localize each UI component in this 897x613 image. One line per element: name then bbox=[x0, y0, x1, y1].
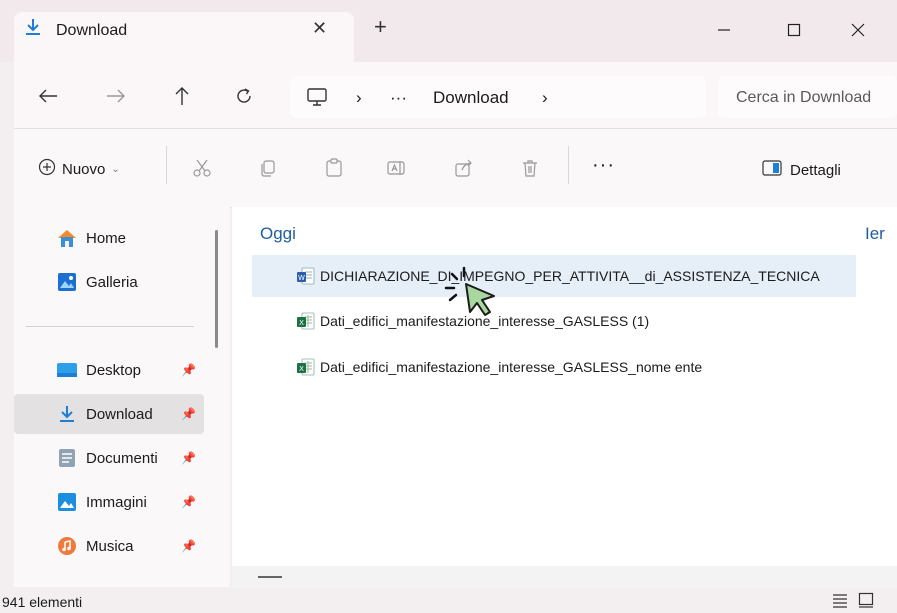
sidebar-item-label: Galleria bbox=[86, 273, 138, 291]
sidebar-scrollbar[interactable] bbox=[215, 230, 218, 348]
item-count: 941 elementi bbox=[2, 594, 83, 610]
desktop-icon bbox=[56, 359, 78, 381]
new-button[interactable]: Nuovo ⌄ bbox=[38, 158, 120, 180]
refresh-button[interactable] bbox=[230, 84, 258, 108]
download-icon bbox=[56, 403, 78, 425]
toolbar-divider bbox=[166, 146, 167, 184]
forward-button[interactable] bbox=[102, 84, 130, 108]
sidebar-item-desktop[interactable]: Desktop 📌 bbox=[14, 350, 204, 390]
plus-circle-icon bbox=[38, 158, 56, 180]
sidebar-item-galleria[interactable]: Galleria bbox=[14, 262, 204, 302]
excel-file-icon: X bbox=[296, 357, 316, 377]
pictures-icon bbox=[56, 491, 78, 513]
rename-icon[interactable] bbox=[384, 156, 408, 180]
new-button-label: Nuovo bbox=[62, 160, 106, 178]
details-view-icon[interactable] bbox=[832, 592, 848, 613]
breadcrumb-more[interactable]: ··· bbox=[390, 88, 407, 108]
sidebar-item-label: Immagini bbox=[86, 493, 147, 511]
download-icon bbox=[22, 16, 42, 36]
search-input[interactable]: Cerca in Download bbox=[736, 89, 871, 107]
delete-icon[interactable] bbox=[518, 156, 542, 180]
toolbar-divider bbox=[568, 146, 569, 184]
file-row[interactable]: W DICHIARAZIONE_DI_IMPEGNO_PER_ATTIVITA_… bbox=[252, 255, 856, 297]
group-header-oggi[interactable]: Oggi bbox=[260, 224, 296, 244]
sidebar-item-documenti[interactable]: Documenti 📌 bbox=[14, 438, 204, 478]
back-button[interactable] bbox=[34, 84, 62, 108]
breadcrumb-separator: › bbox=[356, 88, 362, 107]
svg-text:X: X bbox=[299, 365, 304, 373]
excel-file-icon: X bbox=[296, 311, 316, 331]
breadcrumb-chevron[interactable]: › bbox=[542, 88, 548, 108]
minimize-button[interactable] bbox=[704, 10, 744, 50]
sidebar-item-home[interactable]: Home bbox=[14, 218, 204, 258]
tab-title: Download bbox=[56, 22, 128, 39]
details-pane-icon bbox=[762, 160, 782, 180]
paste-icon[interactable] bbox=[322, 156, 346, 180]
horizontal-scrollbar[interactable] bbox=[232, 566, 897, 588]
sidebar-item-label: Download bbox=[86, 405, 153, 423]
music-icon bbox=[56, 535, 78, 557]
sidebar-item-download[interactable]: Download 📌 bbox=[14, 394, 204, 434]
search-box[interactable]: Cerca in Download bbox=[718, 76, 897, 118]
file-name: Dati_edifici_manifestazione_interesse_GA… bbox=[320, 359, 703, 375]
details-label: Dettagli bbox=[790, 161, 841, 179]
group-header-ieri[interactable]: Ier bbox=[865, 224, 885, 244]
svg-text:X: X bbox=[299, 319, 304, 327]
scrollbar-thumb[interactable] bbox=[258, 576, 282, 578]
pin-icon: 📌 bbox=[181, 451, 196, 465]
documents-icon bbox=[56, 447, 78, 469]
status-bar bbox=[0, 588, 897, 612]
svg-text:W: W bbox=[298, 274, 305, 282]
sidebar-item-label: Desktop bbox=[86, 361, 142, 379]
sidebar-item-musica[interactable]: Musica 📌 bbox=[14, 526, 204, 566]
maximize-button[interactable] bbox=[774, 10, 814, 50]
pin-icon: 📌 bbox=[181, 539, 196, 553]
file-row[interactable]: X Dati_edifici_manifestazione_interesse_… bbox=[252, 300, 856, 342]
close-button[interactable] bbox=[838, 10, 878, 50]
tiles-view-icon[interactable] bbox=[858, 592, 874, 613]
gallery-icon bbox=[56, 271, 78, 293]
sidebar-item-immagini[interactable]: Immagini 📌 bbox=[14, 482, 204, 522]
sidebar-divider bbox=[26, 326, 194, 327]
share-icon[interactable] bbox=[452, 156, 476, 180]
copy-icon[interactable] bbox=[256, 156, 280, 180]
computer-icon bbox=[306, 86, 328, 113]
sidebar-item-label: Home bbox=[86, 229, 127, 247]
file-name: DICHIARAZIONE_DI_IMPEGNO_PER_ATTIVITA__d… bbox=[320, 268, 820, 284]
new-tab-button[interactable]: + bbox=[374, 14, 387, 40]
chevron-down-icon: ⌄ bbox=[111, 163, 120, 175]
mouse-cursor-icon bbox=[436, 262, 508, 331]
word-file-icon: W bbox=[296, 266, 316, 286]
home-icon bbox=[56, 227, 78, 249]
pin-icon: 📌 bbox=[181, 407, 196, 421]
breadcrumb-download[interactable]: Download bbox=[433, 88, 509, 108]
more-options-button[interactable]: ··· bbox=[592, 154, 615, 177]
pin-icon: 📌 bbox=[181, 363, 196, 377]
pin-icon: 📌 bbox=[181, 495, 196, 509]
sidebar-item-label: Musica bbox=[86, 537, 134, 555]
file-row[interactable]: X Dati_edifici_manifestazione_interesse_… bbox=[252, 346, 856, 388]
details-button[interactable]: Dettagli bbox=[762, 160, 841, 180]
sidebar-item-label: Documenti bbox=[86, 449, 158, 467]
up-button[interactable] bbox=[168, 84, 196, 108]
cut-icon[interactable] bbox=[190, 156, 214, 180]
tab-close-icon[interactable]: ✕ bbox=[312, 18, 327, 39]
